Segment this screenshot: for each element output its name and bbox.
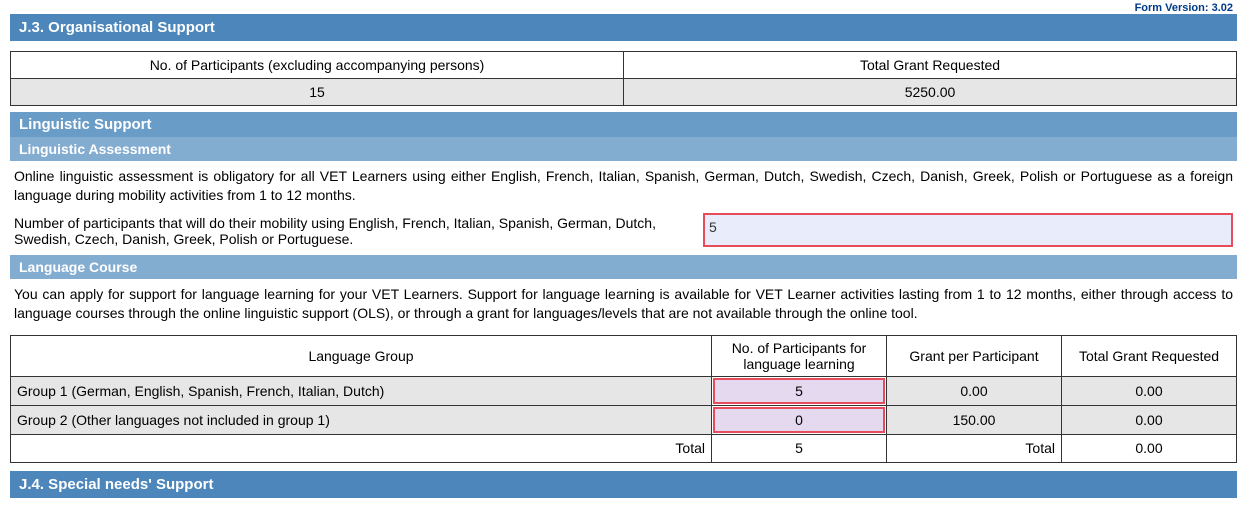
org-col2-header: Total Grant Requested	[624, 52, 1237, 79]
lang-col2-header: No. of Participants for language learnin…	[712, 335, 887, 376]
form-version-label: Form Version: 3.02	[10, 0, 1237, 14]
table-row: Group 2 (Other languages not included in…	[11, 405, 1237, 434]
lang-col3-header: Grant per Participant	[887, 335, 1062, 376]
org-support-table: No. of Participants (excluding accompany…	[10, 51, 1237, 106]
total-label-left: Total	[11, 434, 712, 462]
table-row: Group 1 (German, English, Spanish, Frenc…	[11, 376, 1237, 405]
table-total-row: Total 5 Total 0.00	[11, 434, 1237, 462]
linguistic-support-header: Linguistic Support	[10, 112, 1237, 137]
linguistic-assessment-text: Online linguistic assessment is obligato…	[10, 161, 1237, 211]
lang-col4-header: Total Grant Requested	[1062, 335, 1237, 376]
org-col1-header: No. of Participants (excluding accompany…	[11, 52, 624, 79]
linguistic-assessment-header: Linguistic Assessment	[10, 137, 1237, 161]
org-grant-value: 5250.00	[624, 79, 1237, 106]
section-j3-header: J.3. Organisational Support	[10, 14, 1237, 41]
group1-label: Group 1 (German, English, Spanish, Frenc…	[11, 376, 712, 405]
assessment-participants-label: Number of participants that will do thei…	[14, 213, 687, 247]
language-course-text: You can apply for support for language l…	[10, 279, 1237, 329]
language-course-header: Language Course	[10, 255, 1237, 279]
grand-total: 0.00	[1062, 434, 1237, 462]
group1-total: 0.00	[1062, 376, 1237, 405]
section-j4-header: J.4. Special needs' Support	[10, 471, 1237, 498]
group2-total: 0.00	[1062, 405, 1237, 434]
group2-grant-per: 150.00	[887, 405, 1062, 434]
lang-col1-header: Language Group	[11, 335, 712, 376]
total-label-right: Total	[887, 434, 1062, 462]
participants-total: 5	[712, 434, 887, 462]
group1-grant-per: 0.00	[887, 376, 1062, 405]
group1-participants-input[interactable]: 5	[713, 378, 885, 404]
org-participants-value: 15	[11, 79, 624, 106]
group2-participants-input[interactable]: 0	[713, 407, 885, 433]
assessment-participants-input[interactable]: 5	[703, 213, 1233, 247]
language-course-table: Language Group No. of Participants for l…	[10, 335, 1237, 463]
group2-label: Group 2 (Other languages not included in…	[11, 405, 712, 434]
assessment-participants-row: Number of participants that will do thei…	[10, 211, 1237, 255]
